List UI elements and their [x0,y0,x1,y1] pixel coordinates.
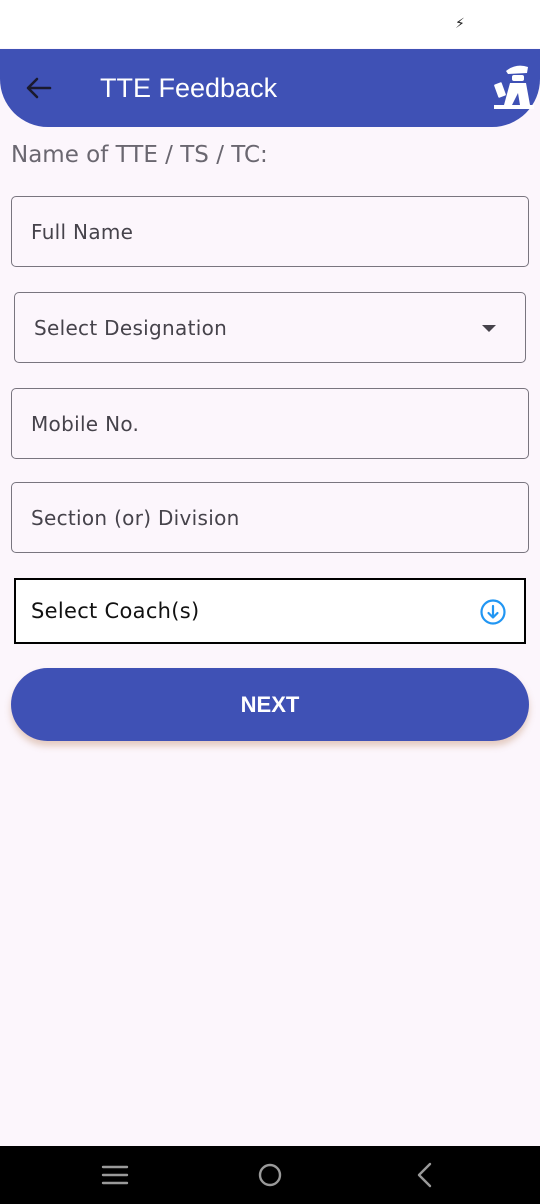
full-name-input[interactable]: Full Name [11,196,529,267]
back-icon[interactable] [410,1161,440,1189]
download-circle-icon[interactable] [479,598,507,626]
section-division-input[interactable]: Section (or) Division [11,482,529,553]
mobile-input[interactable]: Mobile No. [11,388,529,459]
mobile-placeholder: Mobile No. [31,411,140,436]
system-nav-bar [0,1146,540,1204]
dropdown-arrow-icon [482,325,496,332]
app-bar: TTE Feedback [0,49,540,127]
home-icon[interactable] [255,1161,285,1189]
full-name-placeholder: Full Name [31,219,134,244]
ticket-examiner-icon [494,65,534,109]
menu-icon[interactable] [100,1161,130,1189]
designation-select[interactable]: Select Designation [14,292,526,363]
coach-placeholder: Select Coach(s) [31,599,200,623]
tte-name-label: Name of TTE / TS / TC: [11,142,268,168]
next-button[interactable]: NEXT [11,668,529,741]
page-title: TTE Feedback [100,73,278,103]
section-division-placeholder: Section (or) Division [31,505,240,530]
charging-icon: ⚡ [455,16,465,32]
coach-select[interactable]: Select Coach(s) [14,578,526,644]
status-bar: ⚡ [0,0,540,48]
designation-placeholder: Select Designation [34,315,228,340]
back-arrow-icon[interactable] [20,69,58,107]
